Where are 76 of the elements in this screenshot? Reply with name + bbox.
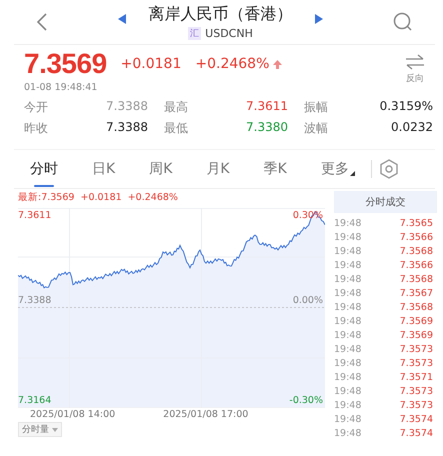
axis-label: -0.30% — [289, 395, 323, 406]
chart-tab[interactable]: 季K — [264, 152, 287, 186]
latest-quote-text: 最新:7.3569 +0.0181 +0.2468% — [18, 191, 179, 204]
trade-time: 19:48 — [334, 246, 362, 256]
trade-price: 7.3567 — [400, 288, 433, 298]
trade-time: 19:48 — [334, 372, 362, 382]
trade-time: 19:48 — [334, 218, 362, 228]
stat-label: 振幅 — [304, 99, 329, 116]
trade-time: 19:48 — [334, 260, 362, 270]
axis-label: 2025/01/08 17:00 — [163, 409, 248, 420]
axis-label: 0.00% — [292, 295, 323, 306]
stat-value: 7.3388 — [105, 120, 149, 136]
stat-label: 最低 — [164, 120, 189, 137]
trade-time: 19:48 — [334, 386, 362, 396]
market-badge: 汇 — [188, 27, 202, 40]
trade-price: 7.3566 — [400, 232, 433, 242]
stat-label: 最高 — [164, 99, 189, 116]
axis-label: 7.3164 — [18, 395, 52, 406]
axis-label: 2025/01/08 14:00 — [30, 409, 116, 420]
trade-price: 7.3566 — [400, 260, 433, 270]
trade-time: 19:48 — [334, 316, 362, 326]
symbol-code: USDCNH — [205, 27, 253, 40]
search-icon[interactable] — [393, 12, 413, 32]
trade-price: 7.3569 — [400, 316, 433, 326]
volume-dropdown[interactable]: 分时量 — [18, 422, 62, 437]
next-icon[interactable] — [315, 14, 323, 24]
caret-icon — [350, 171, 355, 176]
trade-time: 19:48 — [334, 302, 362, 312]
trade-time: 19:48 — [334, 414, 362, 424]
trade-price: 7.3573 — [400, 400, 433, 410]
trade-time: 19:48 — [334, 330, 362, 340]
chart-tab[interactable]: 更多 — [320, 152, 355, 186]
trade-time: 19:48 — [334, 344, 362, 354]
trade-price: 7.3568 — [400, 246, 433, 256]
stat-value: 7.3388 — [105, 99, 149, 115]
price-change: +0.0181 — [120, 56, 182, 72]
swap-icon — [405, 54, 425, 70]
chart-tab[interactable]: 日K — [92, 152, 116, 186]
trade-time: 19:48 — [334, 358, 362, 368]
trades-header: 分时成交 — [334, 191, 437, 213]
trade-price: 7.3571 — [400, 372, 433, 382]
chart-tab[interactable]: 周K — [149, 152, 172, 186]
trade-price: 7.3574 — [400, 414, 433, 424]
stat-value: 7.3380 — [245, 120, 289, 136]
trade-price: 7.3574 — [400, 428, 433, 438]
trade-price: 7.3569 — [400, 330, 433, 340]
percent-change: +0.2468% — [195, 56, 270, 72]
reverse-button[interactable]: 反向 — [405, 48, 425, 93]
previous-icon[interactable] — [118, 14, 126, 24]
back-icon[interactable] — [36, 12, 48, 32]
trade-time: 19:48 — [334, 428, 362, 438]
chart-tab[interactable]: 月K — [206, 152, 230, 186]
stat-value: 7.3611 — [245, 99, 289, 115]
settings-icon[interactable] — [380, 159, 398, 179]
trade-price: 7.3565 — [400, 218, 433, 228]
quote-time: 01-08 19:48:41 — [24, 82, 98, 93]
trade-time: 19:48 — [334, 274, 362, 284]
last-price: 7.3569 — [24, 48, 107, 80]
page-title: 离岸人民币（香港） — [148, 4, 292, 25]
caret-icon — [52, 428, 58, 432]
axis-label: 7.3611 — [18, 210, 52, 221]
trade-price: 7.3573 — [400, 358, 433, 368]
stat-label: 今开 — [24, 99, 49, 116]
trade-time: 19:48 — [334, 400, 362, 410]
trade-price: 7.3573 — [400, 386, 433, 396]
stat-value: 0.0232 — [390, 120, 433, 136]
trade-price: 7.3568 — [400, 302, 433, 312]
trade-price: 7.3573 — [400, 344, 433, 354]
trade-time: 19:48 — [334, 232, 362, 242]
stat-value: 0.3159% — [378, 99, 433, 115]
stat-label: 昨收 — [24, 120, 49, 137]
stat-label: 波幅 — [304, 120, 329, 137]
axis-label: 7.3388 — [18, 295, 52, 306]
chart-tab[interactable]: 分时 — [30, 152, 58, 186]
trade-price: 7.3568 — [400, 274, 433, 284]
trade-time: 19:48 — [334, 288, 362, 298]
